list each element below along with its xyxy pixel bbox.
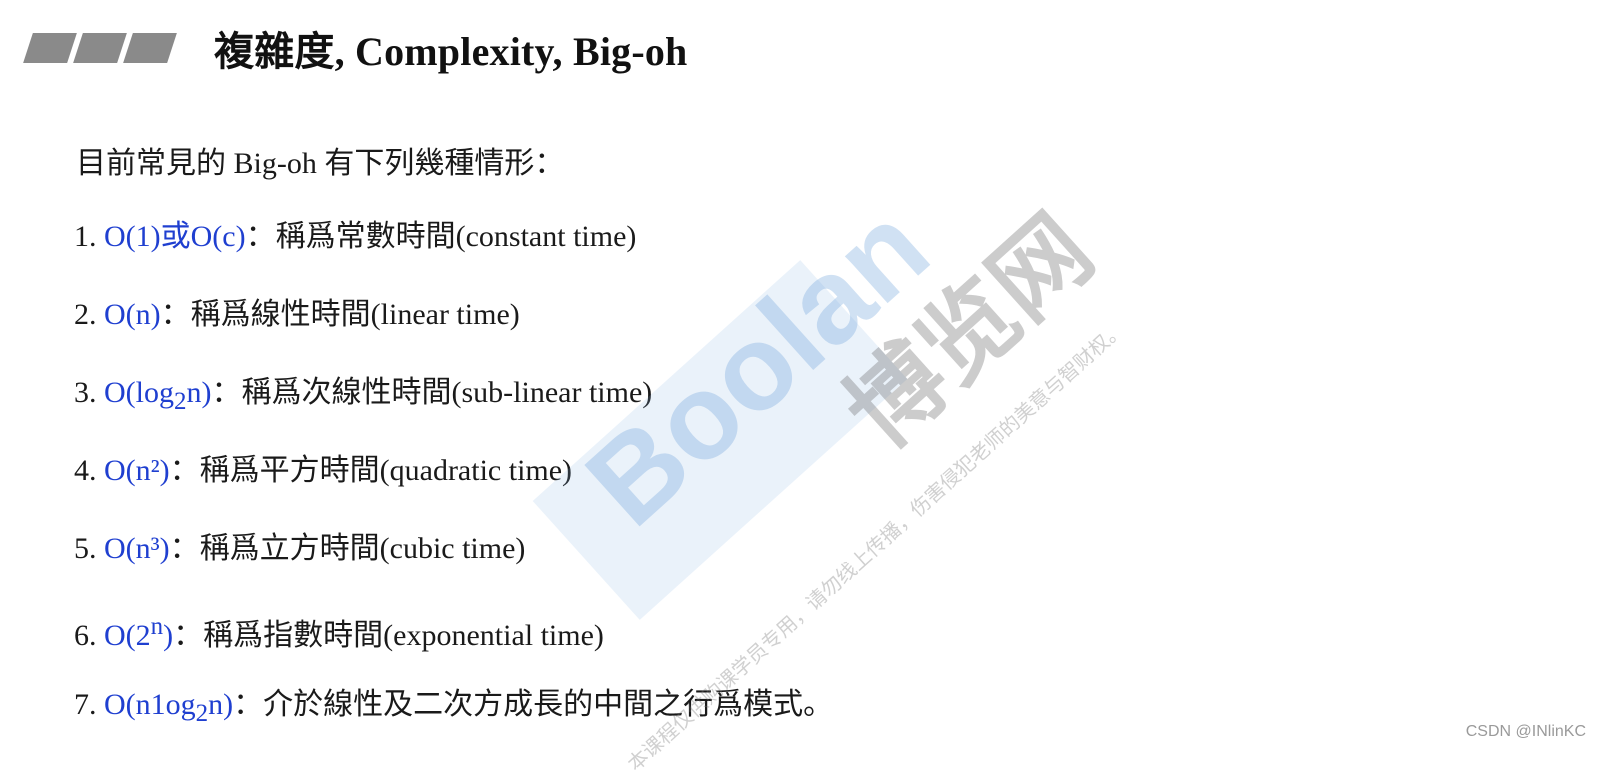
notation-part: O(2 [104, 619, 151, 652]
big-oh-list: 1. O(1)或O(c)：稱爲常數時間(constant time) 2. O(… [74, 215, 833, 761]
item-notation: O(n³) [104, 532, 170, 565]
title-decoration [23, 33, 177, 63]
notation-part: n) [186, 376, 212, 409]
item-description: ：稱爲常數時間(constant time) [245, 220, 637, 253]
list-item: 3. O(log2n)：稱爲次線性時間(sub-linear time) [74, 371, 833, 449]
item-description: ：稱爲線性時間(linear time) [160, 298, 520, 331]
item-notation: O(n1og2n) [104, 688, 234, 727]
list-item: 1. O(1)或O(c)：稱爲常數時間(constant time) [74, 215, 833, 293]
item-notation: O(n) [104, 298, 161, 331]
slide-header: 複雜度, Complexity, Big-oh [23, 18, 688, 78]
item-number: 1. [74, 220, 104, 253]
item-description: ：稱爲指數時間(exponential time) [173, 619, 604, 652]
notation-part: O(n1og [104, 688, 196, 721]
slide-title: 複雜度, Complexity, Big-oh [214, 29, 688, 74]
notation-part: n) [208, 688, 234, 721]
notation-part: O(log [104, 376, 174, 409]
item-notation: O(log2n) [104, 376, 212, 415]
list-item: 6. O(2n)：稱爲指數時間(exponential time) [74, 605, 833, 683]
item-description: ：介於線性及二次方成長的中間之行爲模式。 [233, 688, 834, 721]
notation-part: ) [163, 619, 174, 652]
list-item: 5. O(n³)：稱爲立方時間(cubic time) [74, 527, 833, 605]
item-description: ：稱爲立方時間(cubic time) [169, 532, 526, 565]
decoration-bar [73, 33, 127, 63]
notation-superscript: n [150, 613, 164, 640]
decoration-bar [123, 33, 177, 63]
item-number: 6. [74, 619, 104, 652]
item-number: 2. [74, 298, 104, 331]
item-notation: O(n²) [104, 454, 170, 487]
item-description: ：稱爲次線性時間(sub-linear time) [211, 376, 653, 409]
item-number: 3. [74, 376, 104, 409]
list-item: 7. O(n1og2n)：介於線性及二次方成長的中間之行爲模式。 [74, 683, 833, 761]
list-item: 4. O(n²)：稱爲平方時間(quadratic time) [74, 449, 833, 527]
notation-subscript: 2 [195, 700, 209, 727]
intro-text: 目前常見的 Big-oh 有下列幾種情形： [76, 147, 565, 180]
decoration-bar [23, 33, 77, 63]
item-description: ：稱爲平方時間(quadratic time) [169, 454, 573, 487]
item-notation: O(2n) [104, 613, 174, 652]
item-notation: O(1)或O(c) [104, 220, 246, 253]
source-credit: CSDN @INlinKC [1465, 723, 1586, 740]
watermark-brand-cn: 博览网 [824, 193, 1114, 470]
item-number: 4. [74, 454, 104, 487]
item-number: 5. [74, 532, 104, 565]
item-number: 7. [74, 688, 104, 721]
notation-subscript: 2 [174, 388, 187, 415]
list-item: 2. O(n)：稱爲線性時間(linear time) [74, 293, 833, 371]
